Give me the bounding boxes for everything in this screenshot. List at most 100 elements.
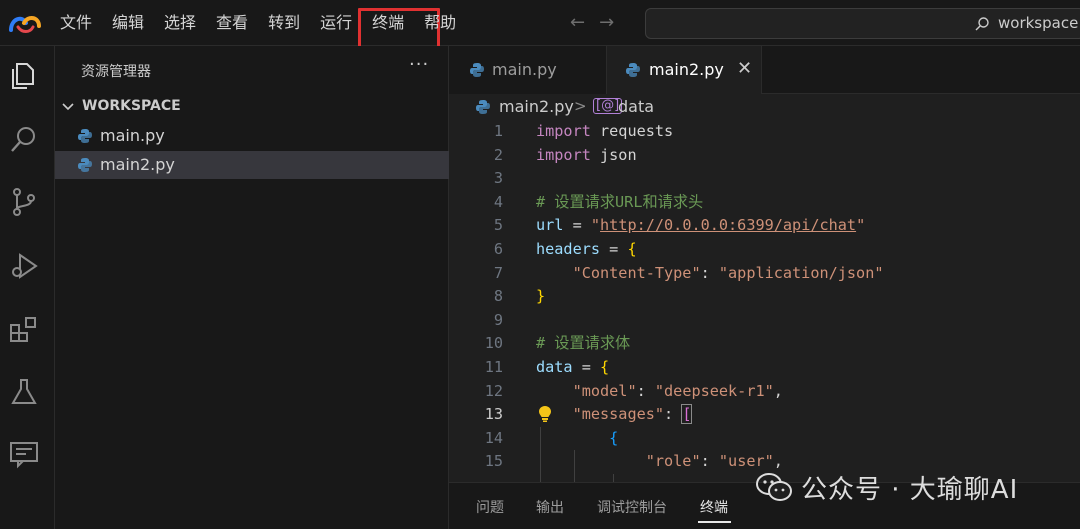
app-logo-icon[interactable]	[8, 11, 42, 35]
file-item-main[interactable]: main.py	[55, 122, 449, 150]
code-line[interactable]: 5 url = "http://0.0.0.0:6399/api/chat"	[449, 214, 1080, 238]
file-name: main.py	[100, 126, 165, 145]
code-line[interactable]: 9	[449, 309, 1080, 333]
breadcrumb-symbol[interactable]: data	[618, 97, 654, 116]
file-item-main2[interactable]: main2.py	[55, 151, 449, 179]
breadcrumb-file[interactable]: main2.py	[499, 97, 574, 116]
menu-help[interactable]: 帮助	[414, 0, 466, 46]
code-token: "	[590, 216, 601, 235]
line-number: 3	[493, 169, 503, 188]
code-token: "model"	[572, 381, 637, 400]
line-number: 4	[493, 192, 503, 211]
panel-tab-problems[interactable]: 问题	[476, 497, 504, 517]
code-token: json	[590, 145, 637, 164]
line-number: 14	[484, 428, 503, 447]
tab-main2[interactable]: main2.py ✕	[607, 46, 762, 94]
menu-go[interactable]: 转到	[258, 0, 310, 46]
explorer-title: 资源管理器	[81, 64, 151, 80]
code-token: :	[700, 452, 719, 471]
line-content: data = {	[536, 356, 609, 380]
code-token: :	[636, 381, 655, 400]
activity-bar	[0, 46, 55, 529]
line-number: 12	[484, 381, 503, 400]
forward-arrow-icon[interactable]: →	[599, 12, 614, 33]
code-token: ,	[773, 381, 783, 400]
menu-run[interactable]: 运行	[310, 0, 362, 46]
code-line[interactable]: 7 "Content-Type": "application/json"	[449, 262, 1080, 286]
line-number: 7	[493, 263, 503, 282]
tab-main[interactable]: main.py	[449, 46, 607, 94]
workspace-label: WORKSPACE	[82, 98, 181, 114]
line-content: # 设置请求URL和请求头	[536, 191, 703, 215]
code-line[interactable]: 13 "messages": [	[449, 403, 1080, 427]
line-content: import requests	[536, 120, 673, 144]
search-icon[interactable]	[8, 124, 40, 156]
file-name: main2.py	[100, 155, 175, 174]
code-token: "messages"	[572, 405, 665, 424]
menu-selection[interactable]: 选择	[154, 0, 206, 46]
code-line[interactable]: 10 # 设置请求体	[449, 332, 1080, 356]
code-token: [	[681, 404, 693, 425]
chevron-down-icon	[62, 103, 74, 111]
watermark-text: 公众号 · 大瑜聊AI	[801, 474, 1019, 505]
command-center-search[interactable]: workspace	[645, 8, 1080, 39]
code-token: "	[856, 216, 866, 235]
menu-view[interactable]: 查看	[206, 0, 258, 46]
code-token: =	[563, 216, 591, 235]
more-actions-icon[interactable]: ···	[409, 54, 429, 75]
watermark: 公众号 · 大瑜聊AI	[755, 470, 1019, 505]
code-line[interactable]: 4 # 设置请求URL和请求头	[449, 191, 1080, 215]
workspace-folder[interactable]: WORKSPACE	[55, 94, 449, 120]
panel-tab-debug-console[interactable]: 调试控制台	[597, 497, 667, 517]
search-text: workspace	[998, 14, 1079, 32]
files-icon[interactable]	[8, 60, 40, 92]
code-token: {	[627, 240, 637, 258]
code-token: "user"	[718, 452, 774, 471]
code-line[interactable]: 1 import requests	[449, 120, 1080, 144]
panel-tab-output[interactable]: 输出	[536, 497, 564, 517]
run-debug-icon[interactable]	[8, 250, 40, 282]
code-line[interactable]: 8}	[449, 285, 1080, 309]
code-line[interactable]: 14 {	[449, 427, 1080, 451]
python-file-icon	[470, 63, 484, 77]
testing-icon[interactable]	[8, 376, 40, 408]
remote-explorer-icon[interactable]	[8, 438, 40, 470]
close-icon[interactable]: ✕	[737, 58, 752, 79]
line-number: 15	[484, 452, 503, 471]
line-content: {	[536, 427, 618, 451]
code-editor[interactable]: 1 import requests 2 import json 3 4 # 设置请求URL和…	[449, 120, 1080, 482]
code-token: "deepseek-r1"	[654, 381, 774, 400]
python-file-icon	[626, 63, 640, 77]
active-tab-indicator	[698, 521, 731, 523]
code-line[interactable]: 6 headers = {	[449, 238, 1080, 262]
indent-guide	[613, 474, 614, 482]
code-token: }	[536, 287, 546, 306]
search-icon	[975, 17, 989, 31]
line-content: # 设置请求体	[536, 332, 630, 356]
code-line[interactable]: 11 data = {	[449, 356, 1080, 380]
code-token: import	[536, 122, 591, 140]
source-control-icon[interactable]	[8, 186, 40, 218]
back-arrow-icon[interactable]: ←	[570, 12, 585, 33]
line-number: 6	[493, 240, 503, 258]
code-line[interactable]: 12 "model": "deepseek-r1",	[449, 380, 1080, 404]
menu-edit[interactable]: 编辑	[102, 0, 154, 46]
panel-tab-terminal[interactable]: 终端	[700, 497, 728, 517]
line-content: headers = {	[536, 238, 637, 262]
line-number: 2	[493, 145, 503, 164]
menu-terminal[interactable]: 终端	[358, 0, 441, 56]
line-number: 11	[484, 358, 503, 376]
line-content: "model": "deepseek-r1",	[536, 380, 783, 404]
explorer-sidebar: 资源管理器 ··· WORKSPACE main.py main2.py	[55, 46, 449, 529]
editor-area: main.py main2.py ✕ main2.py > [@] data 1…	[449, 46, 1080, 529]
line-content: import json	[536, 144, 637, 168]
code-line[interactable]: 3	[449, 167, 1080, 191]
menu-file[interactable]: 文件	[50, 0, 102, 46]
nav-arrows: ← →	[570, 12, 614, 33]
code-line[interactable]: 2 import json	[449, 144, 1080, 168]
extensions-icon[interactable]	[8, 314, 40, 346]
code-token: http://0.0.0.0:6399/api/chat	[600, 216, 857, 235]
line-content: }	[536, 285, 545, 309]
